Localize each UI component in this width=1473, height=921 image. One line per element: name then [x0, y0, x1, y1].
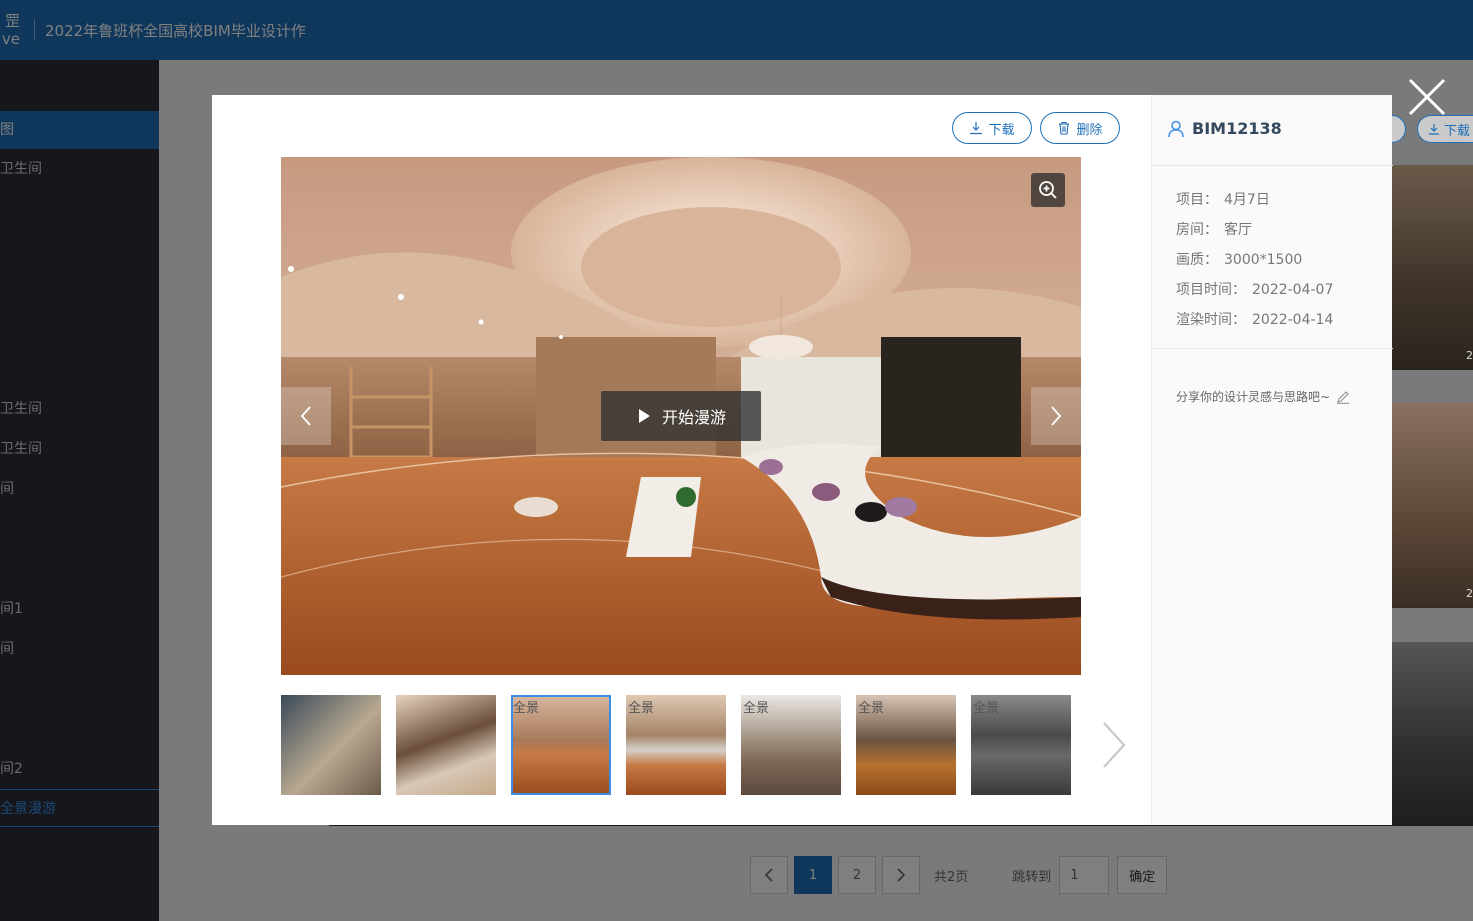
- prev-image-button[interactable]: [281, 387, 331, 445]
- thumbnail-item-selected[interactable]: 全景: [511, 695, 611, 795]
- image-metadata: 项目： 4月7日 房间： 客厅 画质： 3000*1500 项目时间： 2022-04-…: [1176, 185, 1333, 335]
- background-download-label: 下载: [1444, 123, 1471, 139]
- thumbnail-tag: 全景: [858, 701, 885, 716]
- thumbnail-tag: 全景: [513, 701, 540, 716]
- download-label: 下载: [988, 122, 1015, 138]
- panorama-image[interactable]: 开始漫游: [281, 157, 1081, 675]
- background-card-tag: 2: [1466, 349, 1473, 362]
- thumbnail-tag: 全景: [743, 701, 770, 716]
- thumbnail-item[interactable]: 全景: [971, 695, 1071, 795]
- image-info-panel: BIM12138 项目： 4月7日 房间： 客厅 画质： 3000*1500 项目时间…: [1151, 95, 1393, 825]
- thumbnail-item[interactable]: [396, 695, 496, 795]
- info-row-room: 房间： 客厅: [1176, 222, 1252, 238]
- download-icon: [970, 122, 983, 135]
- close-icon: [1408, 78, 1446, 116]
- image-preview-modal: 下载 删除 开始漫游 全景 全景 全景 全景 全景 BIM12138 项目： 4…: [212, 95, 1393, 825]
- start-tour-label: 开始漫游: [661, 408, 726, 427]
- background-card-tag: 2: [1466, 587, 1473, 600]
- next-image-button[interactable]: [1031, 387, 1081, 445]
- info-divider: [1152, 348, 1393, 349]
- zoom-in-icon: [1039, 181, 1057, 199]
- play-icon: [638, 409, 650, 423]
- delete-label: 删除: [1076, 122, 1103, 138]
- thumbnails-next-button[interactable]: [1096, 717, 1132, 773]
- zoom-in-button[interactable]: [1031, 173, 1065, 207]
- info-row-project: 项目： 4月7日: [1176, 192, 1270, 208]
- info-row-render-time: 渲染时间： 2022-04-14: [1176, 312, 1334, 328]
- chevron-left-icon: [300, 406, 311, 426]
- background-card-peek-1: [1392, 165, 1473, 370]
- delete-icon: [1059, 121, 1070, 135]
- start-tour-button[interactable]: 开始漫游: [601, 391, 761, 441]
- thumbnail-tag: 全景: [628, 701, 655, 716]
- background-card-peek-3: [1392, 642, 1473, 825]
- thumbnail-item[interactable]: 全景: [626, 695, 726, 795]
- thumbnail-strip: 全景 全景 全景 全景 全景: [281, 695, 1081, 795]
- chevron-right-icon: [1051, 406, 1062, 426]
- close-modal-button[interactable]: [1406, 76, 1448, 118]
- author-row: BIM12138: [1168, 119, 1282, 138]
- info-row-quality: 画质： 3000*1500: [1176, 252, 1303, 268]
- edit-icon[interactable]: [1336, 390, 1350, 404]
- thumbnail-item[interactable]: [281, 695, 381, 795]
- info-divider: [1152, 165, 1393, 166]
- background-card-peek-2: [1392, 403, 1473, 608]
- download-button[interactable]: 下载: [952, 112, 1032, 144]
- thumbnail-tag: 全景: [973, 701, 1000, 716]
- download-icon: [1429, 124, 1439, 135]
- design-notes-placeholder: 分享你的设计灵感与思路吧~: [1176, 390, 1331, 404]
- author-name: BIM12138: [1192, 119, 1282, 138]
- delete-button[interactable]: 删除: [1040, 112, 1120, 144]
- chevron-right-icon: [1103, 722, 1126, 768]
- modal-viewer-panel: 下载 删除 开始漫游 全景 全景 全景 全景 全景: [212, 95, 1151, 825]
- thumbnail-item[interactable]: 全景: [856, 695, 956, 795]
- info-row-project-time: 项目时间： 2022-04-07: [1176, 282, 1334, 298]
- user-icon: [1168, 120, 1184, 137]
- background-download-button[interactable]: 下载: [1417, 115, 1473, 143]
- thumbnail-item[interactable]: 全景: [741, 695, 841, 795]
- design-notes-editor[interactable]: 分享你的设计灵感与思路吧~: [1176, 388, 1350, 405]
